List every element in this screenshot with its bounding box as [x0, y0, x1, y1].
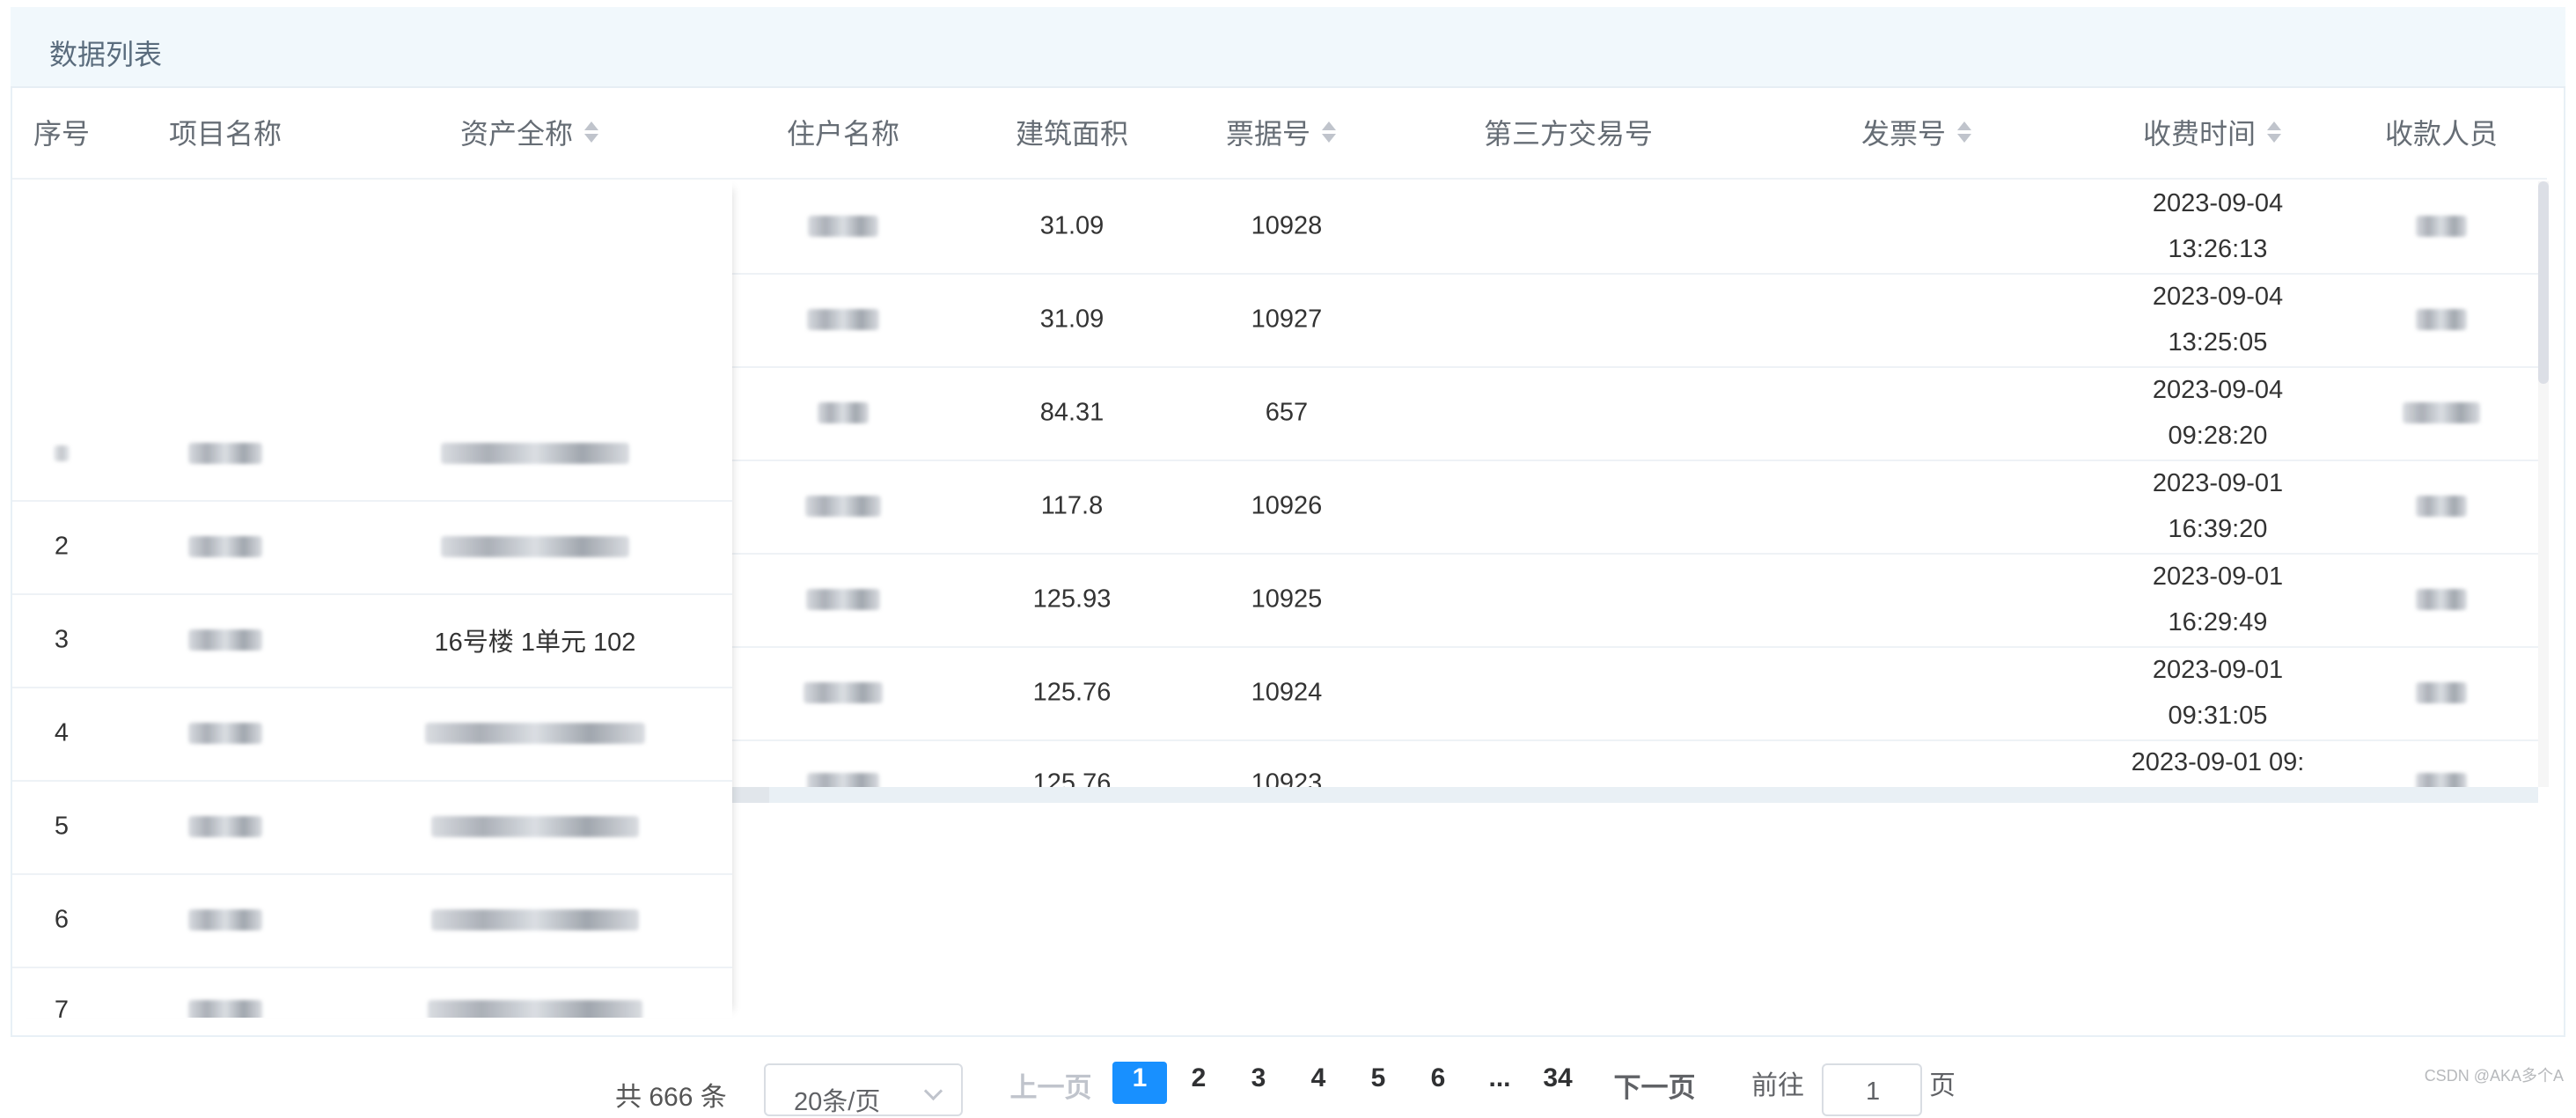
receipt-cell: 10926: [1251, 492, 1323, 521]
page-number[interactable]: 34: [1543, 1063, 1572, 1093]
row-divider: [12, 593, 732, 595]
charge-time-cell: 2023-09-01 09:31:05: [2108, 647, 2328, 739]
row-divider: [12, 967, 732, 968]
page-number[interactable]: 4: [1311, 1063, 1326, 1093]
row-divider: [12, 500, 732, 502]
charge-time-cell: 2023-09-01 16:29:49: [2108, 554, 2328, 645]
row-divider: [12, 780, 732, 782]
receipt-cell: 10924: [1251, 679, 1323, 708]
page-number[interactable]: 5: [1371, 1063, 1386, 1093]
seq-cell: 7: [55, 997, 69, 1019]
pagination-total: 共 666 条: [615, 1075, 727, 1114]
horizontal-scrollbar[interactable]: [732, 787, 2538, 803]
page-number[interactable]: 3: [1251, 1063, 1266, 1093]
receipt-cell: 10928: [1251, 212, 1323, 241]
area-cell: 31.09: [1040, 212, 1105, 241]
horizontal-scrollbar-thumb[interactable]: [732, 787, 769, 803]
column-header-resident: 住户名称: [787, 112, 899, 152]
goto-label: 前往: [1751, 1063, 1804, 1102]
area-cell: 125.76: [1033, 679, 1112, 708]
charge-time-cell: 2023-09-04 09:28:20: [2108, 367, 2328, 459]
column-header-collector: 收款人员: [2385, 112, 2498, 152]
receipt-cell: 657: [1266, 399, 1308, 428]
column-header-invoice[interactable]: 发票号: [1861, 112, 1972, 152]
vertical-scrollbar-thumb[interactable]: [2538, 181, 2549, 384]
column-header-asset[interactable]: 资产全称: [460, 112, 599, 152]
column-header-third-trade: 第三方交易号: [1484, 112, 1653, 152]
column-header-seq: 序号: [33, 112, 90, 152]
charge-time-cell: 2023-09-04 13:25:05: [2108, 274, 2328, 365]
column-header-project: 项目名称: [169, 112, 282, 152]
area-cell: 31.09: [1040, 305, 1105, 335]
panel-title: 数据列表: [49, 33, 162, 73]
page-number[interactable]: 6: [1431, 1063, 1446, 1093]
seq-cell: 4: [55, 719, 69, 748]
seq-cell: 3: [55, 626, 69, 655]
seq-cell: 5: [55, 813, 69, 842]
goto-page-value: 1: [1866, 1078, 1880, 1107]
receipt-cell: 10925: [1251, 585, 1323, 614]
sort-caret-icon[interactable]: [1321, 121, 1337, 143]
pagination: 共 666 条 20条/页: [0, 1049, 2576, 1092]
column-header-charge-time[interactable]: 收费时间: [2143, 112, 2282, 152]
column-header-area: 建筑面积: [1016, 112, 1128, 152]
charge-time-cell: 2023-09-01 16:39:20: [2108, 460, 2328, 552]
row-divider: [12, 687, 732, 688]
page-number-current[interactable]: 1: [1133, 1063, 1148, 1093]
charge-time-cell: 2023-09-04 13:26:13: [2108, 180, 2328, 272]
watermark: CSDN @AKA多个A: [2425, 1063, 2564, 1086]
goto-unit: 页: [1929, 1063, 1956, 1102]
page-size-value: 20条/页: [794, 1081, 880, 1118]
column-header-receipt[interactable]: 票据号: [1226, 112, 1337, 152]
area-cell: 84.31: [1040, 399, 1105, 428]
area-cell: 125.93: [1033, 585, 1112, 614]
charge-time-cell: 2023-09-01 09:: [2108, 739, 2328, 785]
seq-cell: 2: [55, 533, 69, 562]
sort-caret-icon[interactable]: [1956, 121, 1972, 143]
prev-page-button[interactable]: 上一页: [1010, 1065, 1092, 1105]
page-number[interactable]: 2: [1192, 1063, 1207, 1093]
seq-cell: 6: [55, 906, 69, 935]
panel-header: 数据列表: [11, 7, 2565, 88]
receipt-cell: 10927: [1251, 305, 1323, 335]
page-size-select[interactable]: 20条/页: [764, 1063, 963, 1116]
next-page-button[interactable]: 下一页: [1614, 1065, 1696, 1105]
sort-caret-icon[interactable]: [583, 121, 599, 143]
fixed-left-columns: 2 3 16号楼 1单元 102 4 5 6 7: [12, 181, 732, 1018]
sort-caret-icon[interactable]: [2266, 121, 2282, 143]
area-cell: 117.8: [1041, 492, 1103, 521]
asset-cell: 16号楼 1单元 102: [435, 622, 636, 658]
row-divider: [12, 873, 732, 875]
page-ellipsis[interactable]: ...: [1488, 1063, 1510, 1093]
